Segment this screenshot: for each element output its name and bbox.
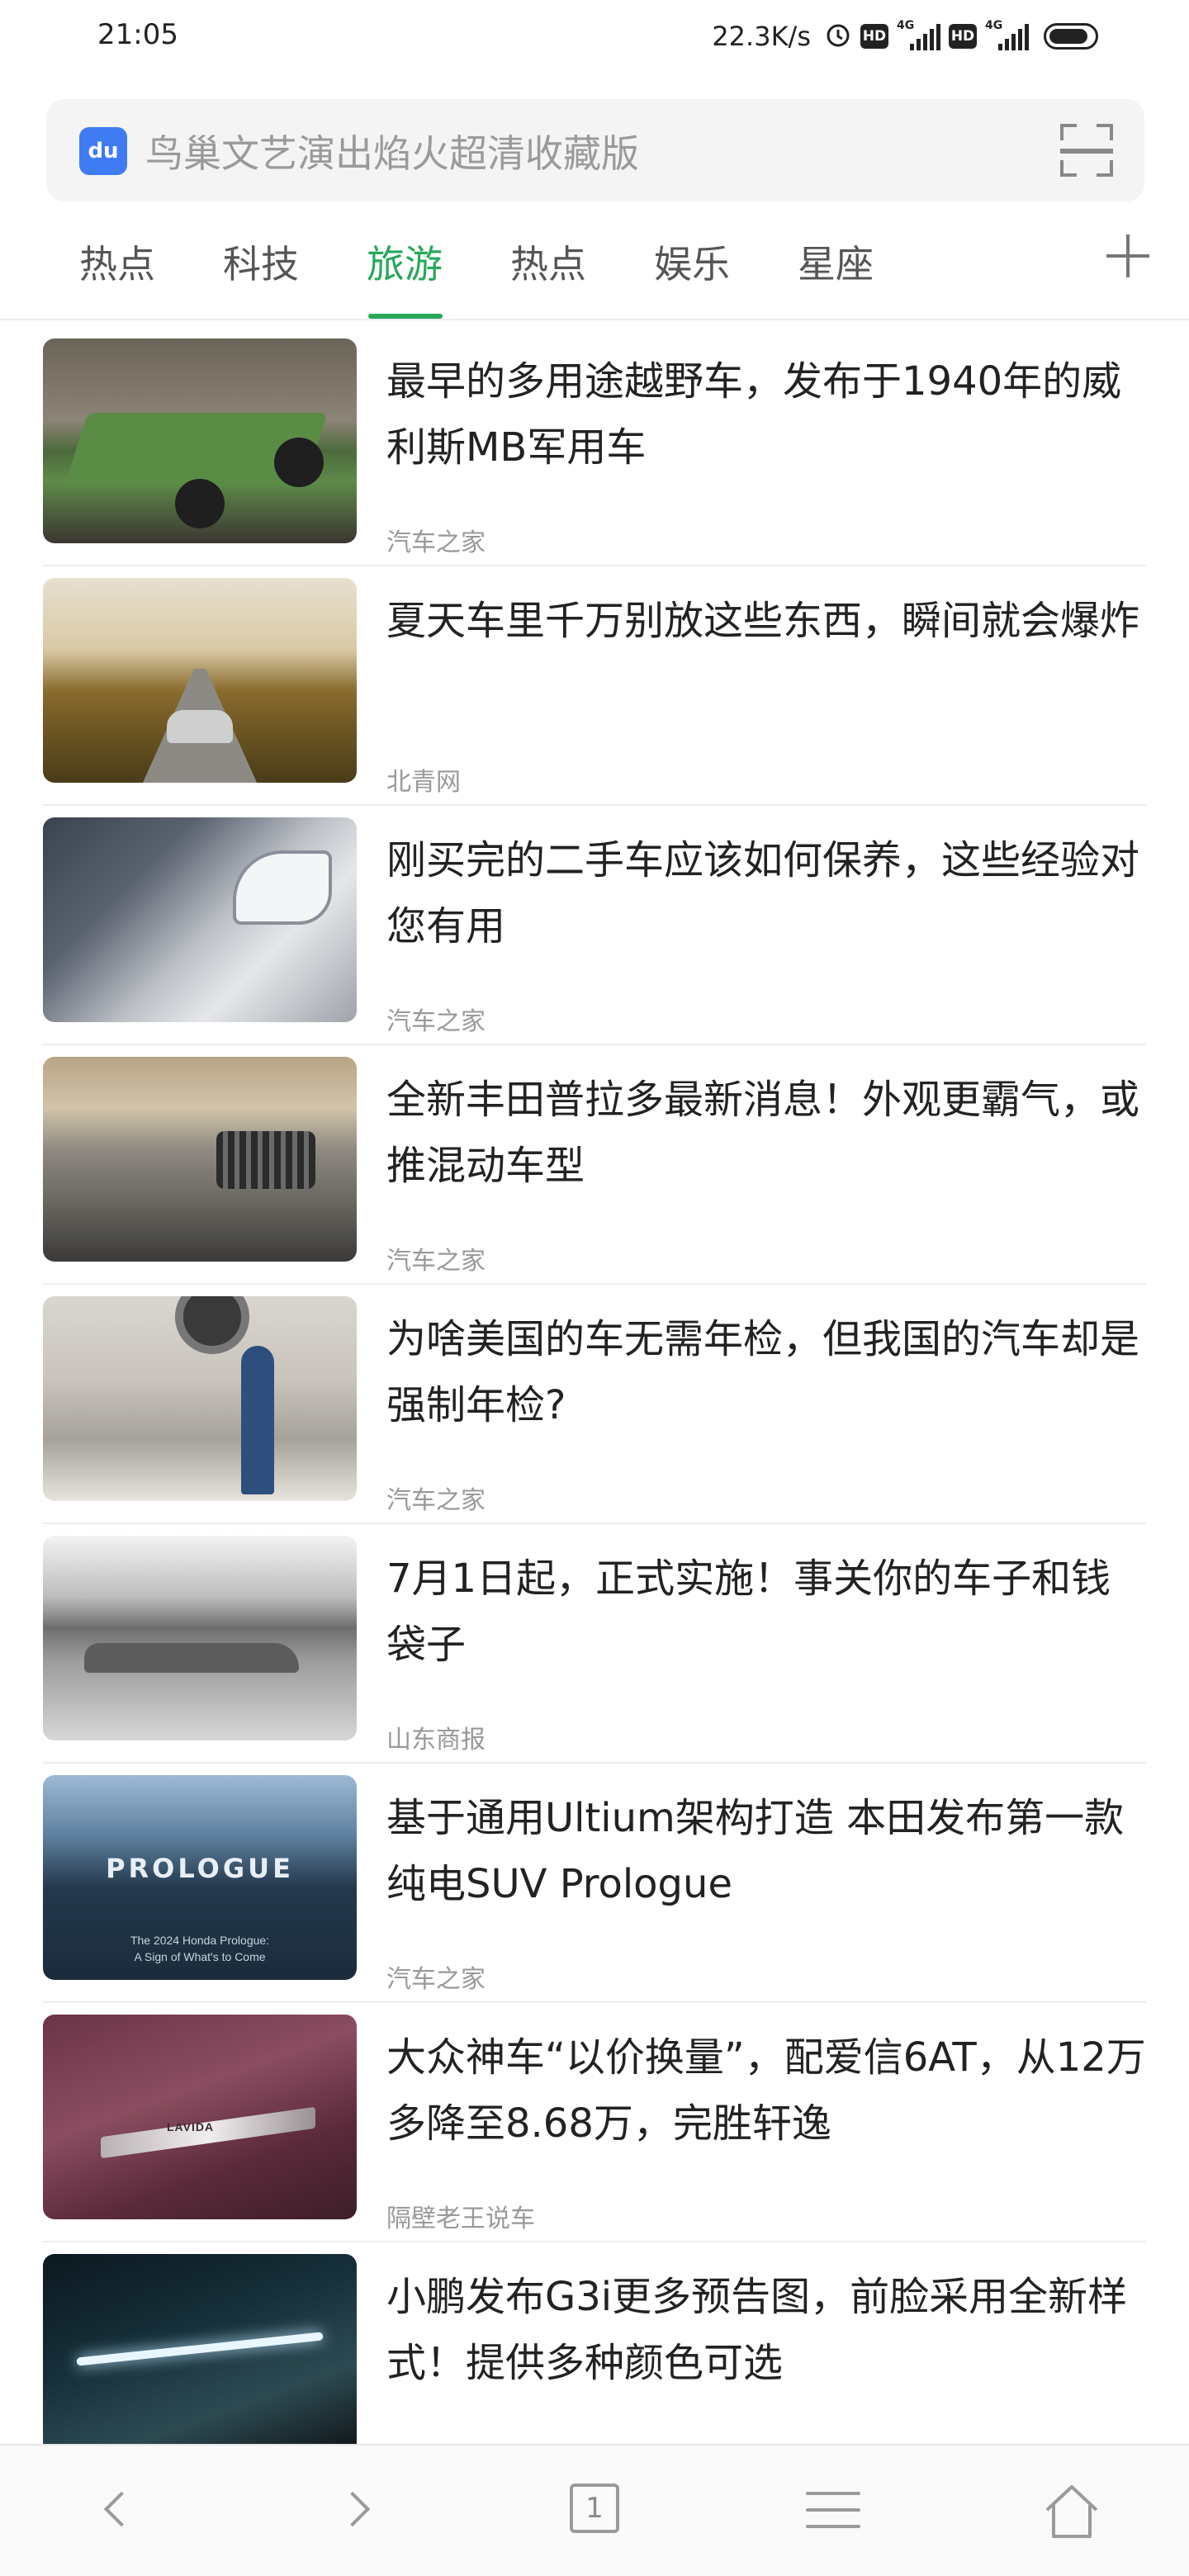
home-button[interactable] [1039, 2479, 1105, 2545]
network-speed: 22.3K/s [712, 21, 811, 52]
news-source: 汽车之家 [386, 1486, 486, 1515]
signal-icon: 4G [897, 19, 940, 50]
status-bar: 21:05 22.3K/s HD 4G HD 4G [0, 0, 1189, 79]
news-source: 汽车之家 [386, 528, 486, 557]
news-item[interactable]: 全新丰田普拉多最新消息！外观更霸气，或推混动车型 汽车之家 [43, 1045, 1146, 1285]
tab-count: 1 [570, 2484, 619, 2533]
bottom-nav: 1 [0, 2444, 1189, 2576]
baidu-logo-icon: du [79, 127, 127, 175]
thumbnail-brand-text: PROLOGUE [106, 1853, 294, 1884]
thumbnail-caption-line: A Sign of What's to Come [134, 1950, 266, 1963]
home-icon [1045, 2485, 1098, 2538]
news-item[interactable]: 为啥美国的车无需年检，但我国的汽车却是强制年检? 汽车之家 [43, 1285, 1146, 1524]
news-item[interactable]: 夏天车里千万别放这些东西，瞬间就会爆炸 北青网 [43, 566, 1146, 806]
news-item[interactable]: 最早的多用途越野车，发布于1940年的威利斯MB军用车 汽车之家 [43, 327, 1146, 566]
tab-entertainment[interactable]: 娱乐 [654, 234, 730, 289]
news-title[interactable]: 全新丰田普拉多最新消息！外观更霸气，或推混动车型 [386, 1067, 1146, 1199]
news-title[interactable]: 大众神车“以价换量”，配爱信6AT，从12万多降至8.68万，完胜轩逸 [386, 2024, 1146, 2157]
news-title[interactable]: 刚买完的二手车应该如何保养，这些经验对您有用 [386, 827, 1146, 959]
news-source: 汽车之家 [386, 1965, 486, 1994]
news-source: 汽车之家 [386, 1007, 486, 1036]
tabs-button[interactable]: 1 [561, 2479, 628, 2545]
news-thumbnail [43, 1536, 357, 1740]
active-tab-indicator [368, 314, 443, 319]
tab-hot[interactable]: 热点 [79, 234, 155, 289]
category-tabs: 热点 科技 旅游 热点 娱乐 星座 [0, 225, 1189, 320]
news-title[interactable]: 夏天车里千万别放这些东西，瞬间就会爆炸 [386, 588, 1146, 654]
alarm-icon [824, 21, 852, 52]
menu-button[interactable] [801, 2479, 867, 2545]
chevron-right-icon [334, 2491, 371, 2527]
news-item[interactable]: 刚买完的二手车应该如何保养，这些经验对您有用 汽车之家 [43, 806, 1146, 1045]
news-title[interactable]: 最早的多用途越野车，发布于1940年的威利斯MB军用车 [386, 348, 1146, 481]
news-title[interactable]: 小鹏发布G3i更多预告图，前脸采用全新样式！提供多种颜色可选 [386, 2264, 1146, 2396]
news-thumbnail [43, 1296, 357, 1501]
news-item[interactable]: LAVIDA 大众神车“以价换量”，配爱信6AT，从12万多降至8.68万，完胜… [43, 2003, 1146, 2242]
thumbnail-badge-text: LAVIDA [167, 2120, 215, 2133]
news-thumbnail [43, 817, 357, 1022]
news-title[interactable]: 为啥美国的车无需年检，但我国的汽车却是强制年检? [386, 1306, 1146, 1438]
news-source: 北青网 [386, 768, 461, 797]
thumbnail-caption-line: The 2024 Honda Prologue: [130, 1934, 270, 1947]
search-input[interactable]: 鸟巢文艺演出焰火超清收藏版 [145, 124, 639, 178]
signal-label: 4G [897, 19, 915, 32]
tab-tech[interactable]: 科技 [223, 234, 299, 289]
battery-icon [1044, 23, 1098, 50]
news-item[interactable]: 7月1日起，正式实施！事关你的车子和钱袋子 山东商报 [43, 1524, 1146, 1764]
tab-horoscope[interactable]: 星座 [798, 234, 874, 289]
status-time: 21:05 [97, 18, 178, 51]
news-feed: 最早的多用途越野车，发布于1940年的威利斯MB军用车 汽车之家 夏天车里千万别… [0, 327, 1189, 2482]
news-thumbnail: PROLOGUE The 2024 Honda Prologue: A Sign… [43, 1775, 357, 1980]
news-title[interactable]: 7月1日起，正式实施！事关你的车子和钱袋子 [386, 1546, 1146, 1678]
status-icons: 22.3K/s HD 4G HD 4G [712, 17, 1098, 56]
thumbnail-caption: The 2024 Honda Prologue: A Sign of What'… [43, 1932, 357, 1965]
signal-label: 4G [985, 19, 1003, 32]
forward-button[interactable] [324, 2479, 390, 2545]
add-tab-icon[interactable] [1106, 234, 1149, 277]
search-bar[interactable]: du 鸟巢文艺演出焰火超清收藏版 [46, 99, 1144, 201]
news-title[interactable]: 基于通用Ultium架构打造 本田发布第一款纯电SUV Prologue [386, 1785, 1146, 1917]
tab-hot-2[interactable]: 热点 [510, 234, 586, 289]
news-source: 汽车之家 [386, 1247, 486, 1276]
tab-travel[interactable]: 旅游 [367, 234, 443, 289]
news-thumbnail: LAVIDA [43, 2015, 357, 2219]
hd-icon: HD [949, 24, 977, 49]
news-thumbnail [43, 2254, 357, 2459]
news-source: 隔壁老王说车 [386, 2204, 535, 2233]
news-source: 山东商报 [386, 1726, 486, 1754]
news-thumbnail [43, 339, 357, 543]
news-thumbnail [43, 578, 357, 783]
signal-icon: 4G [985, 19, 1029, 50]
scan-icon[interactable] [1060, 124, 1113, 177]
hd-icon: HD [860, 24, 888, 49]
chevron-left-icon [103, 2491, 140, 2527]
news-thumbnail [43, 1057, 357, 1262]
back-button[interactable] [86, 2479, 152, 2545]
news-item[interactable]: PROLOGUE The 2024 Honda Prologue: A Sign… [43, 1764, 1146, 2003]
